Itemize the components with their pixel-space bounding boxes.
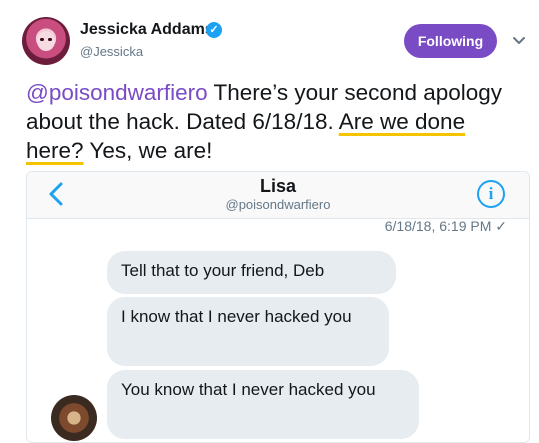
message-bubble: You know that I never hacked you: [107, 370, 419, 439]
chevron-down-icon[interactable]: [512, 33, 526, 47]
dm-timestamp: 6/18/18, 6:19 PM ✓: [384, 218, 507, 234]
info-icon[interactable]: i: [477, 180, 505, 208]
message-bubble: Tell that to your friend, Deb: [107, 251, 396, 294]
author-name[interactable]: Jessicka Addams: [80, 21, 214, 39]
following-button[interactable]: Following: [404, 24, 497, 58]
avatar-eye: [40, 38, 44, 41]
tweet-text: @poisondwarfiero There’s your second apo…: [26, 78, 526, 165]
tweet-text-part: Yes, we are!: [83, 138, 213, 163]
avatar-face: [37, 31, 55, 51]
author-handle[interactable]: @Jessicka: [80, 44, 143, 59]
message-bubble: I know that I never hacked you: [107, 297, 389, 366]
verified-badge-icon: ✓: [206, 22, 222, 38]
contact-avatar: [51, 395, 97, 441]
tweet-mention-link[interactable]: @poisondwarfiero: [26, 80, 208, 105]
dm-contact-name: Lisa: [259, 176, 297, 196]
author-avatar[interactable]: [22, 17, 70, 65]
dm-contact-handle: @poisondwarfiero: [225, 197, 331, 212]
avatar-eye: [48, 38, 52, 41]
dm-header: Lisa @poisondwarfiero i: [27, 172, 529, 219]
dm-screenshot-card[interactable]: Lisa @poisondwarfiero i 6/18/18, 6:19 PM…: [26, 171, 530, 443]
